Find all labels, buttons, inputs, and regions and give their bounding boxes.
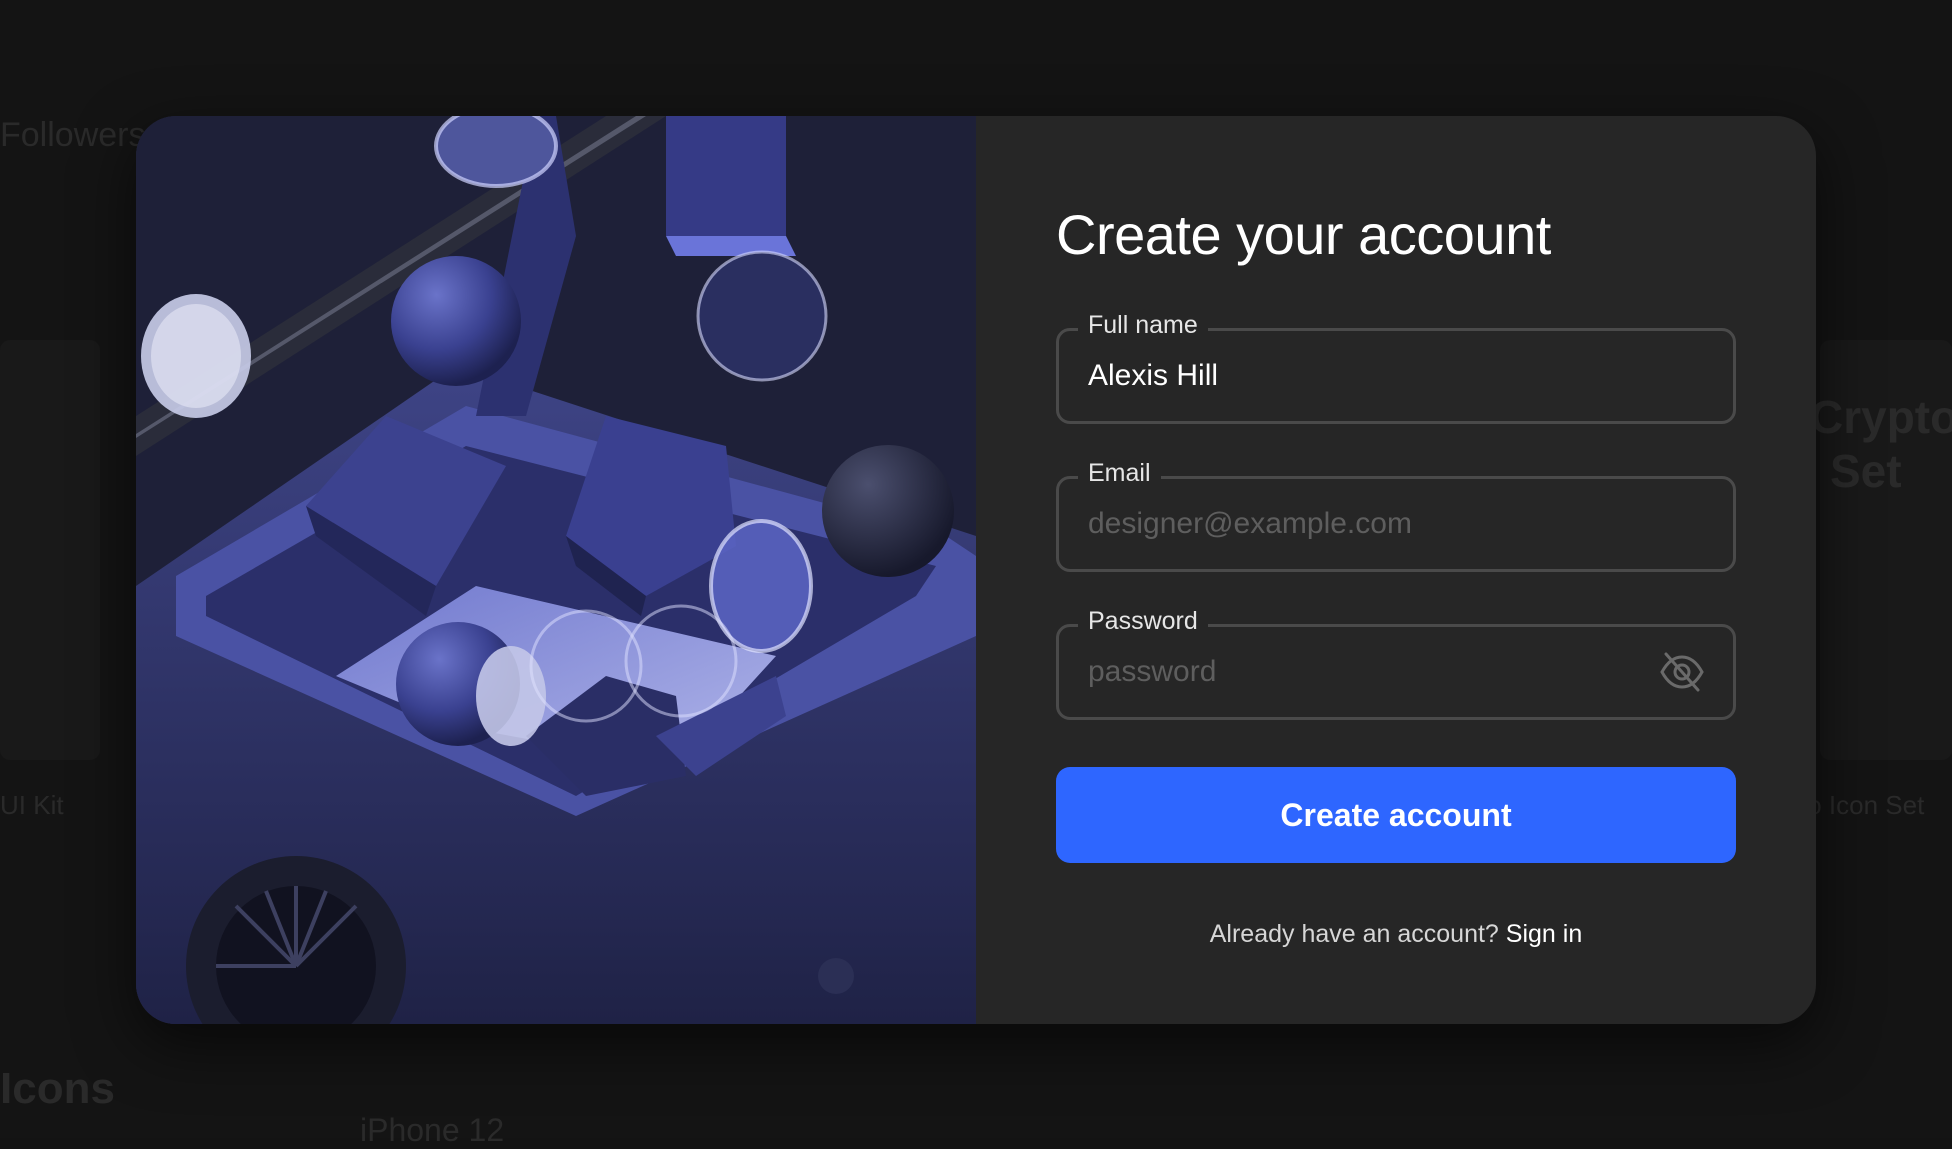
background-text: iPhone 12 [360,1112,504,1149]
background-text: UI Kit [0,790,64,821]
signin-link[interactable]: Sign in [1506,920,1582,948]
eye-off-icon[interactable] [1658,648,1706,696]
signup-modal: Create your account Full name Email Pass… [136,116,1816,1024]
background-text: Icons [0,1064,115,1114]
signup-form-panel: Create your account Full name Email Pass… [976,116,1816,1024]
background-text: Followers [0,116,145,155]
create-account-button[interactable]: Create account [1056,767,1736,863]
full-name-field[interactable]: Full name [1056,328,1736,424]
full-name-input[interactable] [1088,328,1648,424]
email-field[interactable]: Email [1056,476,1736,572]
password-input[interactable] [1088,624,1648,720]
background-card [0,340,100,760]
signin-prompt-text: Already have an account? [1210,920,1506,948]
background-text: Crypto [1810,390,1952,444]
email-input[interactable] [1088,476,1648,572]
password-field[interactable]: Password [1056,624,1736,720]
page-title: Create your account [1056,202,1551,267]
background-text: to Icon Set [1800,790,1924,821]
signin-prompt: Already have an account? Sign in [1056,920,1736,949]
hero-3d-artwork [136,116,976,1024]
hero-illustration [136,116,976,1024]
background-text: Set [1830,444,1902,498]
